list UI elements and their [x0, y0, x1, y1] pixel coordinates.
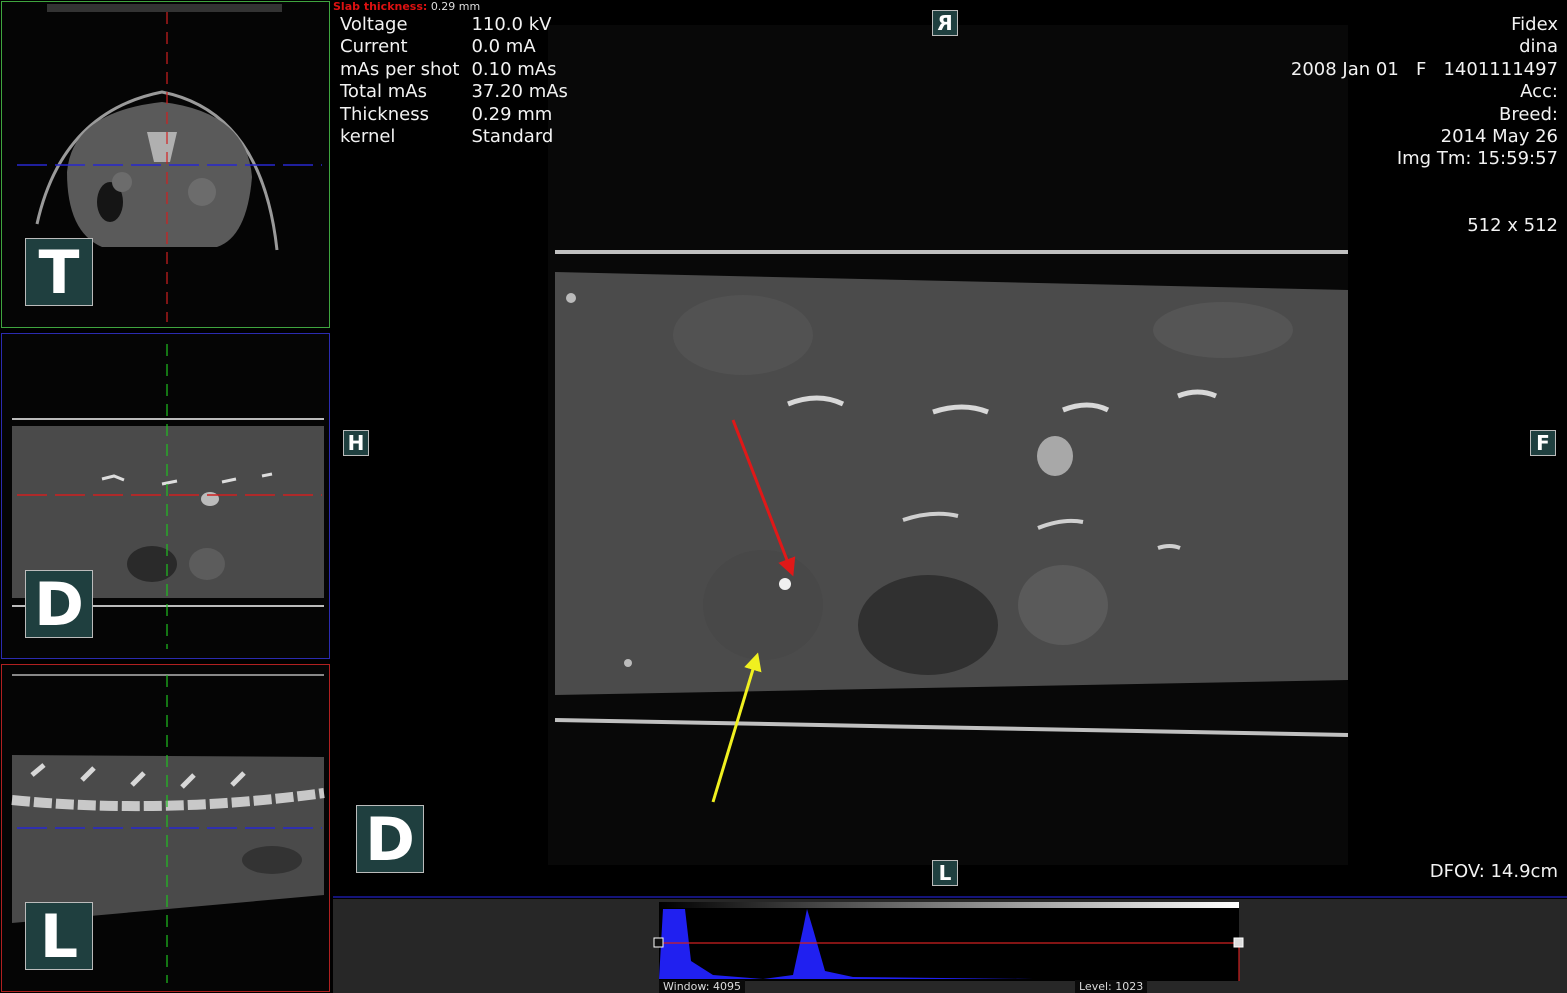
- acq-label: Thickness: [340, 103, 429, 125]
- acquisition-info: Voltage 110.0 kV Current 0.0 mA mAs per sh…: [340, 14, 580, 148]
- slab-thickness-value: 0.29 mm: [430, 0, 481, 13]
- thumbnail-dorsal-view[interactable]: D: [1, 333, 330, 659]
- acq-label: Voltage: [340, 14, 408, 35]
- patient-name: Fidex: [1511, 14, 1558, 35]
- window-value: Window: 4095: [659, 980, 745, 993]
- accession: Acc:: [1520, 81, 1558, 103]
- acq-row: Current 0.0 mA: [340, 36, 580, 58]
- dfov: DFOV: 14.9cm: [1429, 861, 1558, 882]
- acq-row: Voltage 110.0 kV: [340, 14, 580, 36]
- thumbnail-lateral-view[interactable]: L: [1, 664, 330, 992]
- orientation-top-marker: R: [932, 10, 958, 36]
- acq-label: Current: [340, 36, 408, 58]
- orientation-right-marker: F: [1530, 430, 1556, 456]
- slab-thickness-label: Slab thickness:: [333, 0, 428, 13]
- view-label-dorsal: D: [25, 570, 93, 639]
- histogram: [653, 902, 1244, 981]
- orientation-bottom-marker: L: [932, 860, 958, 886]
- acq-label: kernel: [340, 126, 396, 148]
- matrix-size: 512 x 512: [1467, 215, 1558, 236]
- acq-row: Total mAs 37.20 mAs: [340, 81, 580, 103]
- acq-value: 110.0 kV: [471, 14, 552, 35]
- acq-row: Thickness 0.29 mm: [340, 104, 580, 126]
- acq-value: 0.0 mA: [471, 36, 536, 58]
- orientation-left-marker: H: [343, 430, 369, 456]
- patient-dob-sex-id: 2008 Jan 01 F 1401111497: [1290, 58, 1558, 80]
- window-level-panel[interactable]: [333, 899, 1567, 993]
- acq-value: 0.10 mAs: [471, 58, 557, 80]
- view-label-lateral: L: [25, 902, 93, 971]
- acq-value: 37.20 mAs: [471, 81, 568, 103]
- level-value: Level: 1023: [1075, 980, 1148, 993]
- slab-thickness: Slab thickness: 0.29 mm: [333, 0, 480, 14]
- acq-label: Total mAs: [340, 81, 427, 103]
- breed: Breed:: [1499, 103, 1558, 125]
- view-label-main: D: [356, 805, 424, 874]
- acq-value: 0.29 mm: [471, 103, 553, 125]
- viewport-divider: [333, 896, 1567, 898]
- thumbnail-transverse-view[interactable]: T: [1, 1, 330, 328]
- acq-value: Standard: [471, 126, 554, 148]
- study-date: 2014 May 26: [1440, 126, 1558, 148]
- view-label-transverse: T: [25, 238, 93, 307]
- patient-info: Fidex dina 2008 Jan 01 F 1401111497 Acc:…: [1291, 14, 1558, 171]
- owner-name: dina: [1519, 36, 1558, 58]
- image-time: Img Tm: 15:59:57: [1396, 148, 1558, 170]
- acq-row: kernel Standard: [340, 126, 580, 148]
- acq-label: mAs per shot: [340, 58, 460, 80]
- acq-row: mAs per shot 0.10 mAs: [340, 59, 580, 81]
